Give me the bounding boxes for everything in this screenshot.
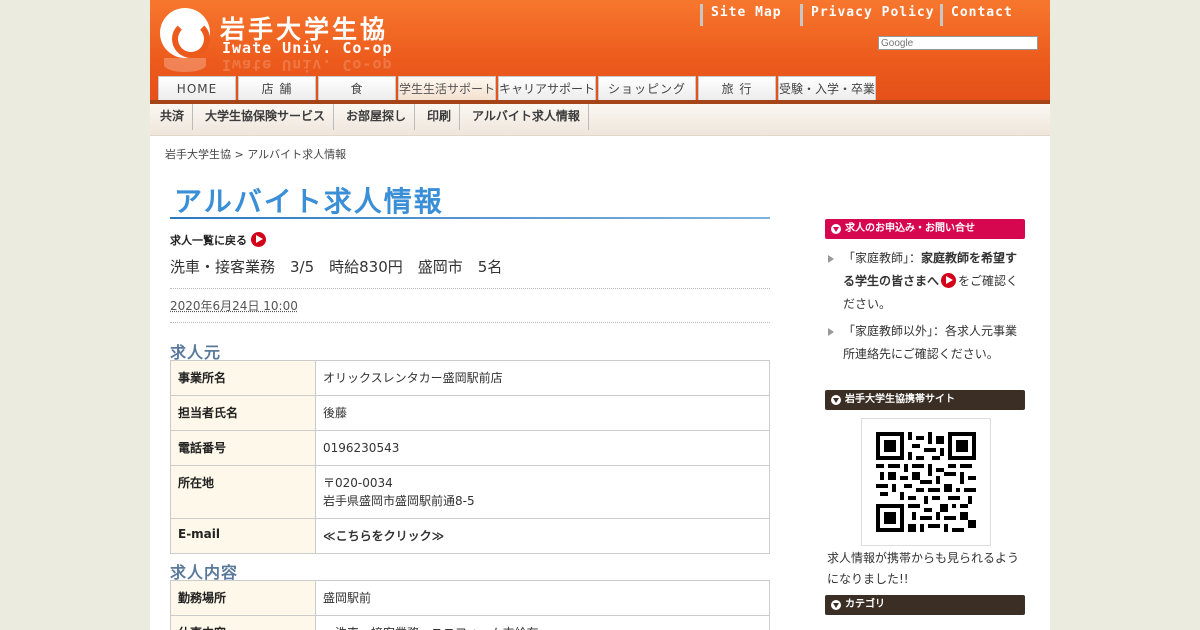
nav-student-life-support[interactable]: 学生生活サポート bbox=[398, 76, 496, 100]
apply-heading: 求人のお申込み・お問い合せ bbox=[825, 219, 1025, 239]
site-header: 岩手大学生協 Iwate Univ. Co-op Iwate Univ. Co-… bbox=[150, 0, 1050, 104]
job-table: 勤務場所 盛岡駅前 仕事内容 ・洗車・接客業務・ユニフォーム支給有 bbox=[170, 580, 770, 630]
table-row: 事業所名 オリックスレンタカー盛岡駅前店 bbox=[170, 360, 770, 396]
chevron-down-icon bbox=[831, 600, 841, 610]
nav-food[interactable]: 食 bbox=[318, 76, 396, 100]
tutor-prefix: 「家庭教師」： bbox=[843, 251, 922, 265]
arrow-right-icon[interactable] bbox=[941, 273, 957, 288]
row-value: オリックスレンタカー盛岡駅前店 bbox=[315, 360, 770, 396]
employer-table: 事業所名 オリックスレンタカー盛岡駅前店 担当者氏名 後藤 電話番号 01962… bbox=[170, 360, 770, 554]
row-label: 仕事内容 bbox=[170, 615, 316, 630]
nav-travel[interactable]: 旅 行 bbox=[698, 76, 776, 100]
row-value: 0196230543 bbox=[315, 430, 770, 466]
postal-code: 〒020-0034 bbox=[323, 476, 393, 490]
google-search-input[interactable] bbox=[878, 36, 1038, 50]
row-value: 後藤 bbox=[315, 395, 770, 431]
nav-exam-admission-graduation[interactable]: 受験・入学・卒業 bbox=[778, 76, 876, 100]
table-row: 電話番号 0196230543 bbox=[170, 430, 770, 466]
logo-name-en: Iwate Univ. Co-op bbox=[222, 39, 393, 57]
email-link[interactable]: ≪こちらをクリック≫ bbox=[315, 518, 770, 554]
bullet-icon bbox=[828, 328, 834, 336]
table-row: 所在地 〒020-0034 岩手県盛岡市盛岡駅前通8-5 bbox=[170, 465, 770, 519]
arrow-right-icon bbox=[251, 232, 266, 247]
sub-nav: 共済 大学生協保険サービス お部屋探し 印刷 アルバイト求人情報 bbox=[150, 104, 1050, 136]
row-label: 勤務場所 bbox=[170, 580, 316, 616]
table-row: 担当者氏名 後藤 bbox=[170, 395, 770, 431]
subnav-room-search[interactable]: お部屋探し bbox=[338, 104, 416, 130]
divider bbox=[170, 322, 770, 323]
address: 岩手県盛岡市盛岡駅前通8-5 bbox=[323, 494, 475, 508]
coop-logo-icon bbox=[160, 8, 210, 58]
nav-career-support[interactable]: キャリアサポート bbox=[498, 76, 596, 100]
subnav-kyosai[interactable]: 共済 bbox=[152, 104, 194, 130]
row-value: ・洗車・接客業務・ユニフォーム支給有 bbox=[315, 615, 770, 630]
table-row: 仕事内容 ・洗車・接客業務・ユニフォーム支給有 bbox=[170, 615, 770, 630]
sidebar-item-other: 「家庭教師以外」：各求人元事業所連絡先にご確認ください。 bbox=[825, 320, 1025, 366]
post-date: 2020年6月24日 10:00 bbox=[170, 299, 298, 313]
nav-shopping[interactable]: ショッピング bbox=[598, 76, 696, 100]
nav-home[interactable]: HOME bbox=[158, 76, 236, 100]
category-heading: カテゴリ bbox=[825, 595, 1025, 615]
nav-stores[interactable]: 店 舗 bbox=[238, 76, 316, 100]
row-value: 〒020-0034 岩手県盛岡市盛岡駅前通8-5 bbox=[315, 465, 770, 519]
qr-code-icon bbox=[876, 432, 976, 532]
row-label: 担当者氏名 bbox=[170, 395, 316, 431]
contact-link[interactable]: Contact bbox=[940, 4, 1013, 26]
logo-name-en-reflection: Iwate Univ. Co-op bbox=[222, 58, 393, 74]
category-heading-label: カテゴリ bbox=[845, 599, 885, 610]
page-title: アルバイト求人情報 bbox=[174, 185, 444, 218]
site-map-link[interactable]: Site Map bbox=[700, 4, 782, 26]
subnav-insurance[interactable]: 大学生協保険サービス bbox=[197, 104, 335, 130]
qr-code bbox=[861, 418, 991, 546]
sidebar-item-tutor: 「家庭教師」：家庭教師を希望する学生の皆さまへ をご確認ください。 bbox=[825, 247, 1025, 316]
qr-caption: 求人情報が携帯からも見られるようになりました!! bbox=[827, 551, 1020, 586]
subnav-printing[interactable]: 印刷 bbox=[419, 104, 461, 130]
chevron-down-icon bbox=[831, 224, 841, 234]
row-label: E-mail bbox=[170, 518, 316, 554]
other-text: 「家庭教師以外」：各求人元事業所連絡先にご確認ください。 bbox=[843, 324, 1018, 361]
table-row: E-mail ≪こちらをクリック≫ bbox=[170, 518, 770, 554]
chevron-down-icon bbox=[831, 395, 841, 405]
subnav-part-time-jobs[interactable]: アルバイト求人情報 bbox=[464, 104, 589, 130]
bullet-icon bbox=[828, 255, 834, 263]
divider bbox=[170, 288, 770, 289]
row-value: 盛岡駅前 bbox=[315, 580, 770, 616]
job-summary: 洗車・接客業務 3/5 時給830円 盛岡市 5名 bbox=[170, 258, 503, 276]
breadcrumb[interactable]: 岩手大学生協 > アルバイト求人情報 bbox=[165, 146, 346, 162]
site-logo[interactable]: 岩手大学生協 Iwate Univ. Co-op Iwate Univ. Co-… bbox=[158, 4, 418, 74]
table-row: 勤務場所 盛岡駅前 bbox=[170, 580, 770, 616]
mobile-site-heading: 岩手大学生協携帯サイト bbox=[825, 390, 1025, 410]
back-link-label: 求人一覧に戻る bbox=[170, 234, 247, 247]
page-wrapper: 岩手大学生協 Iwate Univ. Co-op Iwate Univ. Co-… bbox=[150, 0, 1050, 630]
row-label: 事業所名 bbox=[170, 360, 316, 396]
back-to-list-link[interactable]: 求人一覧に戻る bbox=[170, 232, 266, 248]
row-label: 電話番号 bbox=[170, 430, 316, 466]
privacy-policy-link[interactable]: Privacy Policy bbox=[800, 4, 935, 26]
apply-heading-label: 求人のお申込み・お問い合せ bbox=[845, 223, 975, 234]
mobile-heading-label: 岩手大学生協携帯サイト bbox=[845, 394, 955, 405]
row-label: 所在地 bbox=[170, 465, 316, 519]
